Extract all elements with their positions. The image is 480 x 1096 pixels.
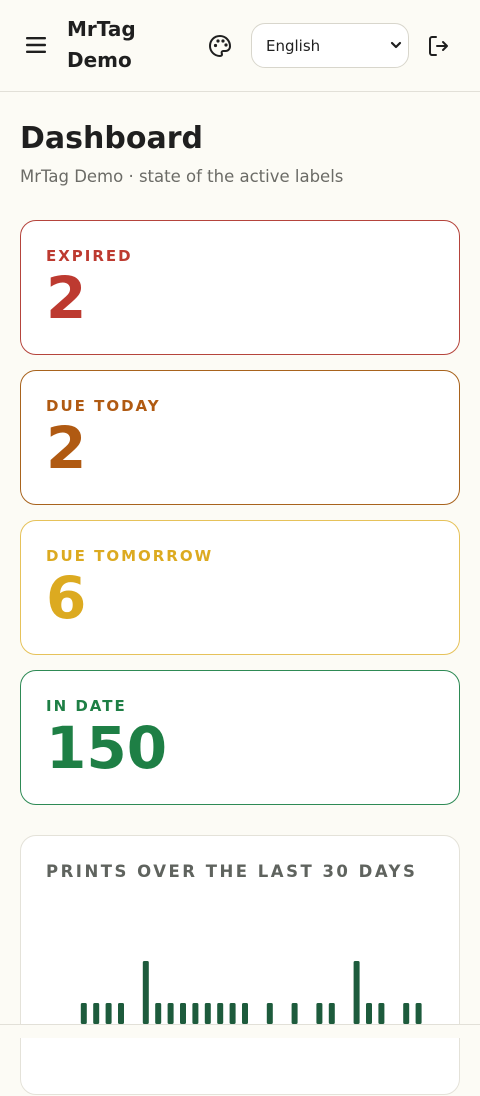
chart-bar [266, 1003, 273, 1024]
expired-stat-card[interactable]: EXPIRED 2 [20, 220, 460, 355]
chart-bar [415, 1003, 422, 1024]
page-subtitle: MrTag Demo · state of the active labels [20, 167, 344, 186]
language-select[interactable]: English [251, 23, 409, 68]
logout-icon[interactable] [426, 33, 452, 59]
due-tomorrow-count: 6 [46, 564, 87, 632]
chart-bar [328, 1003, 335, 1024]
chart-bar [291, 1003, 298, 1024]
bottom-divider [0, 1024, 480, 1038]
chart-bar [366, 1003, 372, 1024]
chart-bar [192, 1003, 199, 1024]
prints-chart-card: PRINTS OVER THE LAST 30 DAYS [20, 835, 460, 1095]
chart-bar [316, 1003, 323, 1024]
chart-bar [242, 1003, 248, 1024]
due-today-count: 2 [46, 414, 87, 482]
due-today-label: DUE TODAY [46, 397, 161, 415]
in-date-stat-card[interactable]: IN DATE 150 [20, 670, 460, 805]
chart-bar [353, 961, 360, 1024]
top-bar: MrTag Demo English [0, 0, 480, 92]
chart-bar [378, 1003, 385, 1024]
chart-bar [167, 1003, 174, 1024]
app-brand[interactable]: MrTag Demo [67, 14, 177, 76]
chart-bar [229, 1003, 236, 1024]
chart-bar [403, 1003, 410, 1024]
chart-bar [155, 1003, 162, 1024]
due-tomorrow-label: DUE TOMORROW [46, 547, 214, 565]
chart-bar [80, 1003, 87, 1024]
page-title: Dashboard [20, 121, 203, 156]
in-date-count: 150 [46, 714, 168, 782]
chart-bar [204, 1003, 211, 1024]
in-date-label: IN DATE [46, 697, 127, 715]
prints-bar-chart [80, 961, 422, 1024]
hamburger-menu-icon[interactable] [22, 33, 50, 57]
chart-bar [118, 1003, 124, 1024]
expired-label: EXPIRED [46, 247, 133, 265]
due-tomorrow-stat-card[interactable]: DUE TOMORROW 6 [20, 520, 460, 655]
chart-bar [105, 1003, 112, 1024]
chart-bar [180, 1003, 186, 1024]
chart-bar [142, 961, 149, 1024]
chart-bar [217, 1003, 224, 1024]
palette-icon[interactable] [206, 32, 234, 60]
expired-count: 2 [46, 264, 87, 332]
due-today-stat-card[interactable]: DUE TODAY 2 [20, 370, 460, 505]
chart-bar [93, 1003, 100, 1024]
